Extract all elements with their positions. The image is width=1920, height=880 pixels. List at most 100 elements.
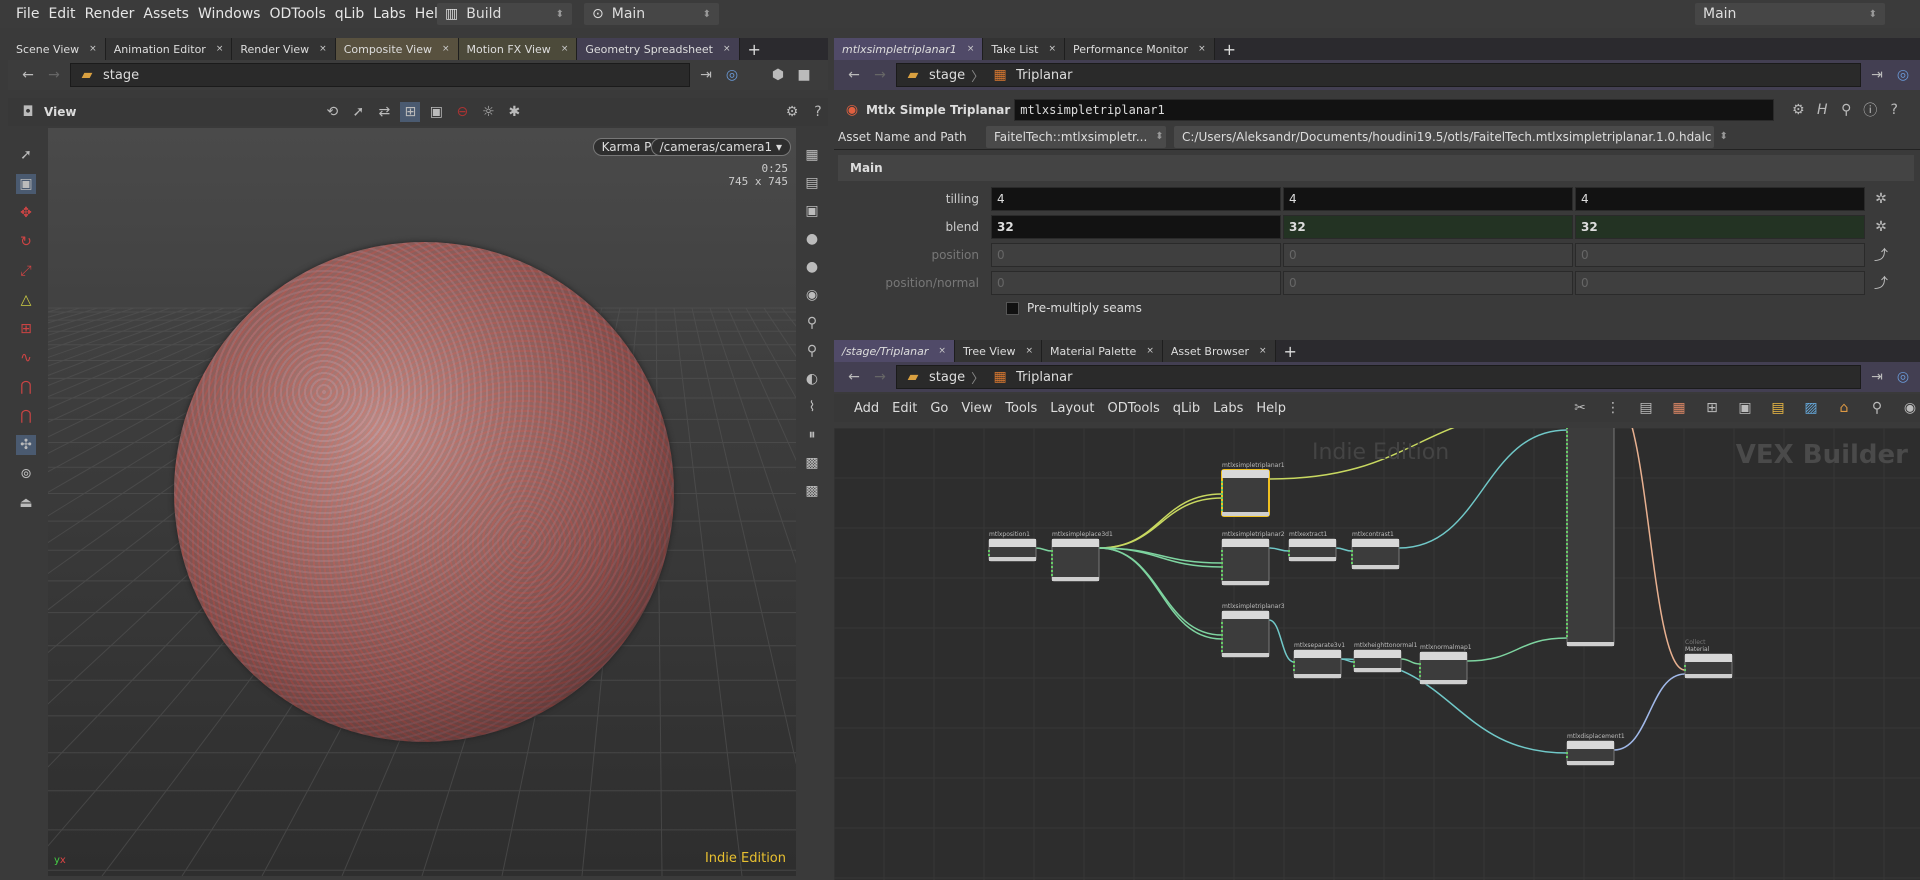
shading-icon[interactable]: ◐ [802, 369, 822, 389]
back-arrow-icon[interactable]: ← [844, 367, 864, 387]
tab-motion-fx-view[interactable]: Motion FX View × [458, 38, 578, 60]
connection-wire[interactable] [1400, 658, 1421, 665]
light-icon[interactable]: ● [802, 257, 822, 277]
menu-tools[interactable]: Tools [1005, 401, 1037, 416]
pause-icon[interactable]: ⏸ [802, 425, 822, 445]
node-Material[interactable]: MaterialCollect [1684, 639, 1733, 679]
param-field[interactable]: 0 [1283, 243, 1573, 267]
display-icon[interactable]: ▦ [802, 145, 822, 165]
menu-assets[interactable]: Assets [143, 6, 189, 22]
tab-render-view[interactable]: Render View × [232, 38, 336, 60]
path-stage[interactable]: stage [929, 370, 965, 385]
menu-render[interactable]: Render [85, 6, 135, 22]
tab-animation-editor[interactable]: Animation Editor × [105, 38, 233, 60]
menu-odtools[interactable]: ODTools [1107, 401, 1159, 416]
grid-icon[interactable]: ⊞ [1702, 398, 1722, 418]
link-icon[interactable]: ◎ [722, 65, 742, 85]
close-icon[interactable]: × [1146, 346, 1154, 356]
back-arrow-icon[interactable]: ← [844, 65, 864, 85]
param-field[interactable]: 4 [1575, 187, 1865, 211]
hda-icon[interactable]: H [1812, 100, 1832, 120]
move-tool-icon[interactable]: ✥ [16, 203, 36, 223]
camera-view-icon[interactable]: ⊞ [400, 102, 421, 122]
menu-qlib[interactable]: qLib [335, 6, 364, 22]
viewport[interactable]: Karma Persp ▾ /cameras/camera1 ▾ 0:25745… [48, 128, 796, 876]
network-editor[interactable]: mtlxposition1 mtlxsimpleplace3d1 mtlxsimpl… [834, 428, 1920, 880]
search-icon[interactable]: ⚲ [1867, 398, 1887, 418]
close-icon[interactable]: × [1198, 44, 1206, 54]
pin-icon[interactable]: ⇥ [696, 65, 716, 85]
node-name-field[interactable]: mtlxsimpletriplanar1 [1014, 99, 1775, 121]
close-icon[interactable]: × [723, 44, 731, 54]
menu-go[interactable]: Go [930, 401, 948, 416]
sphere-object[interactable] [174, 242, 674, 742]
magnet-icon[interactable]: ⋂ [16, 377, 36, 397]
close-icon[interactable]: × [1259, 346, 1267, 356]
connection-wire[interactable] [1098, 497, 1223, 549]
node-mtlxnormalmap1[interactable]: mtlxnormalmap1 [1419, 644, 1472, 685]
node-mtlxposition1[interactable]: mtlxposition1 [988, 531, 1037, 562]
select-icon[interactable]: ➚ [348, 102, 368, 122]
gear-icon[interactable]: ⚙ [782, 102, 802, 122]
light-icon[interactable]: ● [802, 229, 822, 249]
menu-labs[interactable]: Labs [1213, 401, 1243, 416]
help-icon[interactable]: ? [808, 102, 828, 122]
connection-wire[interactable] [1335, 547, 1353, 552]
connection-wire[interactable] [1268, 619, 1295, 663]
magnet-icon[interactable]: ⋂ [16, 406, 36, 426]
context-select[interactable]: ⊙ Main ⬍ [584, 3, 719, 25]
desktop-select[interactable]: ▥ Build ⬍ [437, 3, 572, 25]
right-context-select[interactable]: Main ⬍ [1695, 3, 1885, 25]
close-icon[interactable]: × [938, 346, 946, 356]
palette-icon[interactable]: ▦ [1669, 398, 1689, 418]
info-icon[interactable]: ⓘ [1860, 100, 1880, 120]
path-triplanar[interactable]: Triplanar [1016, 370, 1072, 385]
channel-icon[interactable]: ⤴ [1871, 273, 1891, 293]
param-field[interactable]: 0 [1575, 271, 1865, 295]
add-tab-button[interactable]: + [1276, 340, 1305, 362]
snap-icon[interactable]: ✣ [16, 435, 36, 455]
connection-wire[interactable] [1098, 547, 1223, 564]
param-field[interactable]: 0 [991, 243, 1281, 267]
pin-icon[interactable]: ⚲ [802, 313, 822, 333]
pin-icon[interactable]: ⇥ [1867, 65, 1887, 85]
snap-grid-icon[interactable]: ⊞ [16, 319, 36, 339]
premultiply-checkbox[interactable] [1006, 301, 1019, 315]
menu-file[interactable]: File [16, 6, 39, 22]
close-icon[interactable]: × [1025, 346, 1033, 356]
lock-icon[interactable]: ▣ [16, 174, 36, 194]
back-arrow-icon[interactable]: ← [18, 65, 38, 85]
menu-layout[interactable]: Layout [1050, 401, 1094, 416]
gear-icon[interactable]: ✲ [1871, 189, 1891, 209]
channel-icon[interactable]: ⤴ [1871, 245, 1891, 265]
menu-edit[interactable]: Edit [892, 401, 917, 416]
connection-wire[interactable] [1466, 637, 1568, 662]
tab-material-palette[interactable]: Material Palette × [1042, 340, 1163, 362]
forward-arrow-icon[interactable]: → [44, 65, 64, 85]
node-mtlxseparate3v1[interactable]: mtlxseparate3v1 [1293, 642, 1345, 679]
network-box-icon[interactable]: ▣ [1735, 398, 1755, 418]
rotate-tool-icon[interactable]: ↻ [16, 232, 36, 252]
connection-wire[interactable] [1035, 547, 1053, 552]
close-icon[interactable]: × [442, 44, 450, 54]
lock-icon[interactable]: ▣ [802, 201, 822, 221]
path-triplanar[interactable]: Triplanar [1016, 68, 1072, 83]
menu-labs[interactable]: Labs [373, 6, 406, 22]
close-icon[interactable]: × [89, 44, 97, 54]
close-icon[interactable]: × [216, 44, 224, 54]
connection-wire[interactable] [1098, 547, 1223, 640]
menu-windows[interactable]: Windows [198, 6, 261, 22]
zoom-region-icon[interactable]: ▣ [426, 102, 446, 122]
orbit-icon[interactable]: ⟲ [322, 102, 342, 122]
close-icon[interactable]: × [967, 44, 975, 54]
connection-wire[interactable] [1614, 428, 1686, 671]
param-field[interactable]: 0 [991, 271, 1281, 295]
gear-icon[interactable]: ⚙ [1788, 100, 1808, 120]
sticky-note-icon[interactable]: ▤ [1768, 398, 1788, 418]
list-icon[interactable]: ▤ [1636, 398, 1656, 418]
node-mtlxheighttonormal1[interactable]: mtlxheighttonormal1 [1353, 642, 1418, 673]
tree-icon[interactable]: ⋮ [1603, 398, 1623, 418]
light-icon[interactable]: ☼ [478, 102, 498, 122]
asset-path-select[interactable]: C:/Users/Aleksandr/Documents/houdini19.5… [1174, 125, 1728, 148]
node-mtlxsimpleplace3d1[interactable]: mtlxsimpleplace3d1 [1051, 531, 1113, 582]
